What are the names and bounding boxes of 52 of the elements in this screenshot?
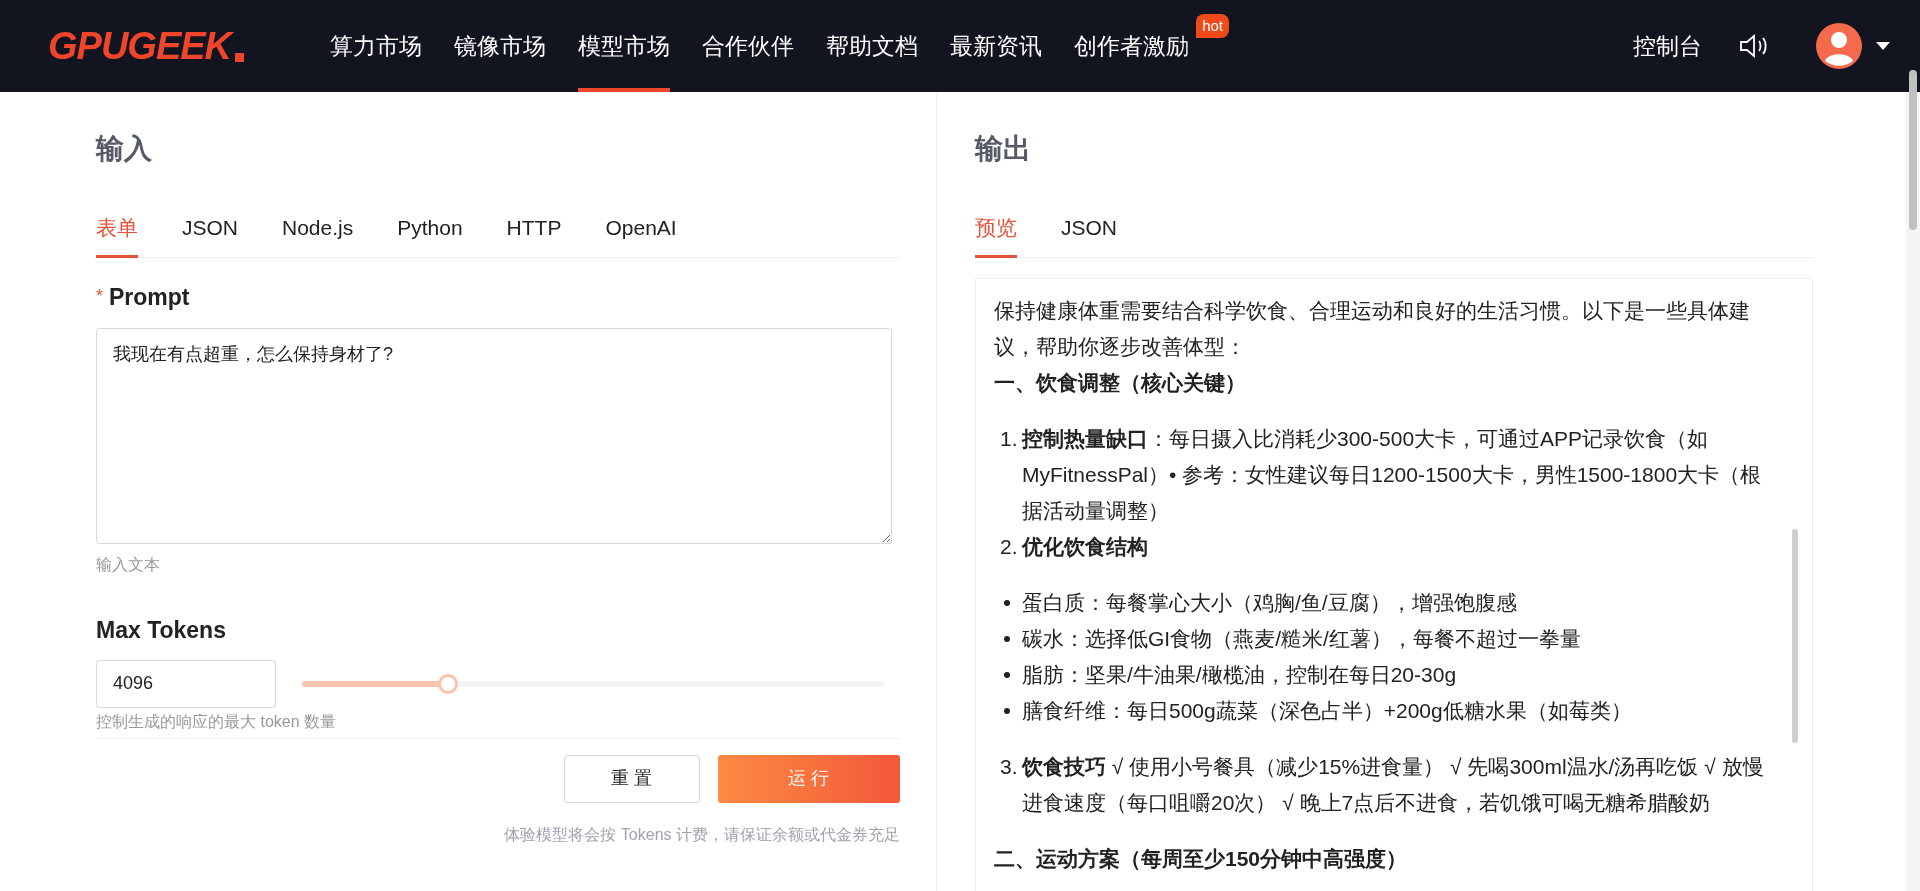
hot-badge: hot [1196,14,1230,38]
field-label: Prompt [109,282,190,312]
field-hint: 输入文本 [96,555,161,575]
list-item-text: 碳水：选择低GI食物（燕麦/糙米/红薯），每餐不超过一拳量 [1022,625,1581,652]
bullet-icon [1004,635,1010,642]
list-item-text: 优化饮食结构 [1022,533,1148,560]
nav-link[interactable]: 创作者激励 [1074,0,1190,92]
response-heading: 一、饮食调整（核心关键） [994,369,1247,396]
bullet-icon [1004,599,1010,606]
tab[interactable]: OpenAI [605,210,677,258]
caret-icon[interactable] [1876,42,1890,50]
nav-link[interactable]: 最新资讯 [950,0,1043,92]
nav-link[interactable]: 算力市场 [330,0,423,92]
max-tokens-field[interactable]: 4096 [96,659,276,708]
list-number: 3. [1000,753,1019,780]
bullet-icon [1004,671,1010,678]
list-item-text: 控制热量缺口：每日摄入比消耗少300-500大卡，可通过APP记录饮食（如MyFitnessPal）• 参考：女性建议每日1200-1500大卡，男性1500-1800大卡（根据活动量调整） [1022,425,1763,524]
nav-link[interactable]: 合作伙伴 [702,0,795,92]
tab[interactable]: 表单 [96,210,138,258]
bullet-icon [1004,707,1010,714]
list-item-text: 蛋白质：每餐掌心大小（鸡胸/鱼/豆腐），增强饱腹感 [1022,589,1517,616]
logo[interactable]: GPUGEEK [48,27,232,65]
list-item-text: 膳食纤维：每日500g蔬菜（深色占半）+200g低糖水果（如莓类） [1022,697,1632,724]
list-number: 1. [1000,425,1019,452]
reset-button[interactable]: 重 置 [564,754,700,803]
field-hint: 控制生成的响应的最大 token 数量 [96,709,900,739]
required-mark: * [96,285,103,309]
output-title: 输出 [975,132,1032,166]
nav-link[interactable]: 模型市场 [578,0,671,92]
page-scrollbar[interactable] [1909,70,1917,230]
nav-link[interactable]: 帮助文档 [826,0,919,92]
tab[interactable]: 预览 [975,210,1017,258]
scrollbar[interactable] [1792,528,1798,743]
tab[interactable]: Node.js [282,210,354,258]
tab[interactable]: HTTP [506,210,562,258]
console-link[interactable]: 控制台 [1633,28,1702,64]
tab[interactable]: JSON [1061,210,1117,258]
tab[interactable]: JSON [182,210,238,258]
input-title: 输入 [96,132,153,166]
slider-handle[interactable] [437,673,458,694]
list-item-text: 饮食技巧 √ 使用小号餐具（减少15%进食量） √ 先喝300ml温水/汤再吃饭 √ 放慢进食速度（每口咀嚼20次） √ 晚上7点后不进食，若饥饿可喝无糖希腊酸奶 [1022,753,1765,816]
list-item-text: 脂肪：坚果/牛油果/橄榄油，控制在每日20-30g [1022,661,1457,688]
avatar-icon[interactable] [1816,23,1862,69]
tab[interactable]: Python [397,210,463,258]
nav-link[interactable]: 镜像市场 [454,0,547,92]
response-paragraph: 保持健康体重需要结合科学饮食、合理运动和良好的生活习惯。以下是一些具体建议，帮助你逐步改善体型： [994,297,1751,360]
billing-note: 体验模型将会按 Tokens 计费，请保证余额或代金券充足 [503,824,900,845]
list-number: 2. [1000,533,1019,560]
speaker-icon[interactable] [1738,33,1768,59]
field-label: Max Tokens [96,616,227,645]
prompt-field[interactable]: 我现在有点超重，怎么保持身材了? [96,328,892,544]
response-heading: 二、运动方案（每周至少150分钟中高强度） [994,845,1409,872]
